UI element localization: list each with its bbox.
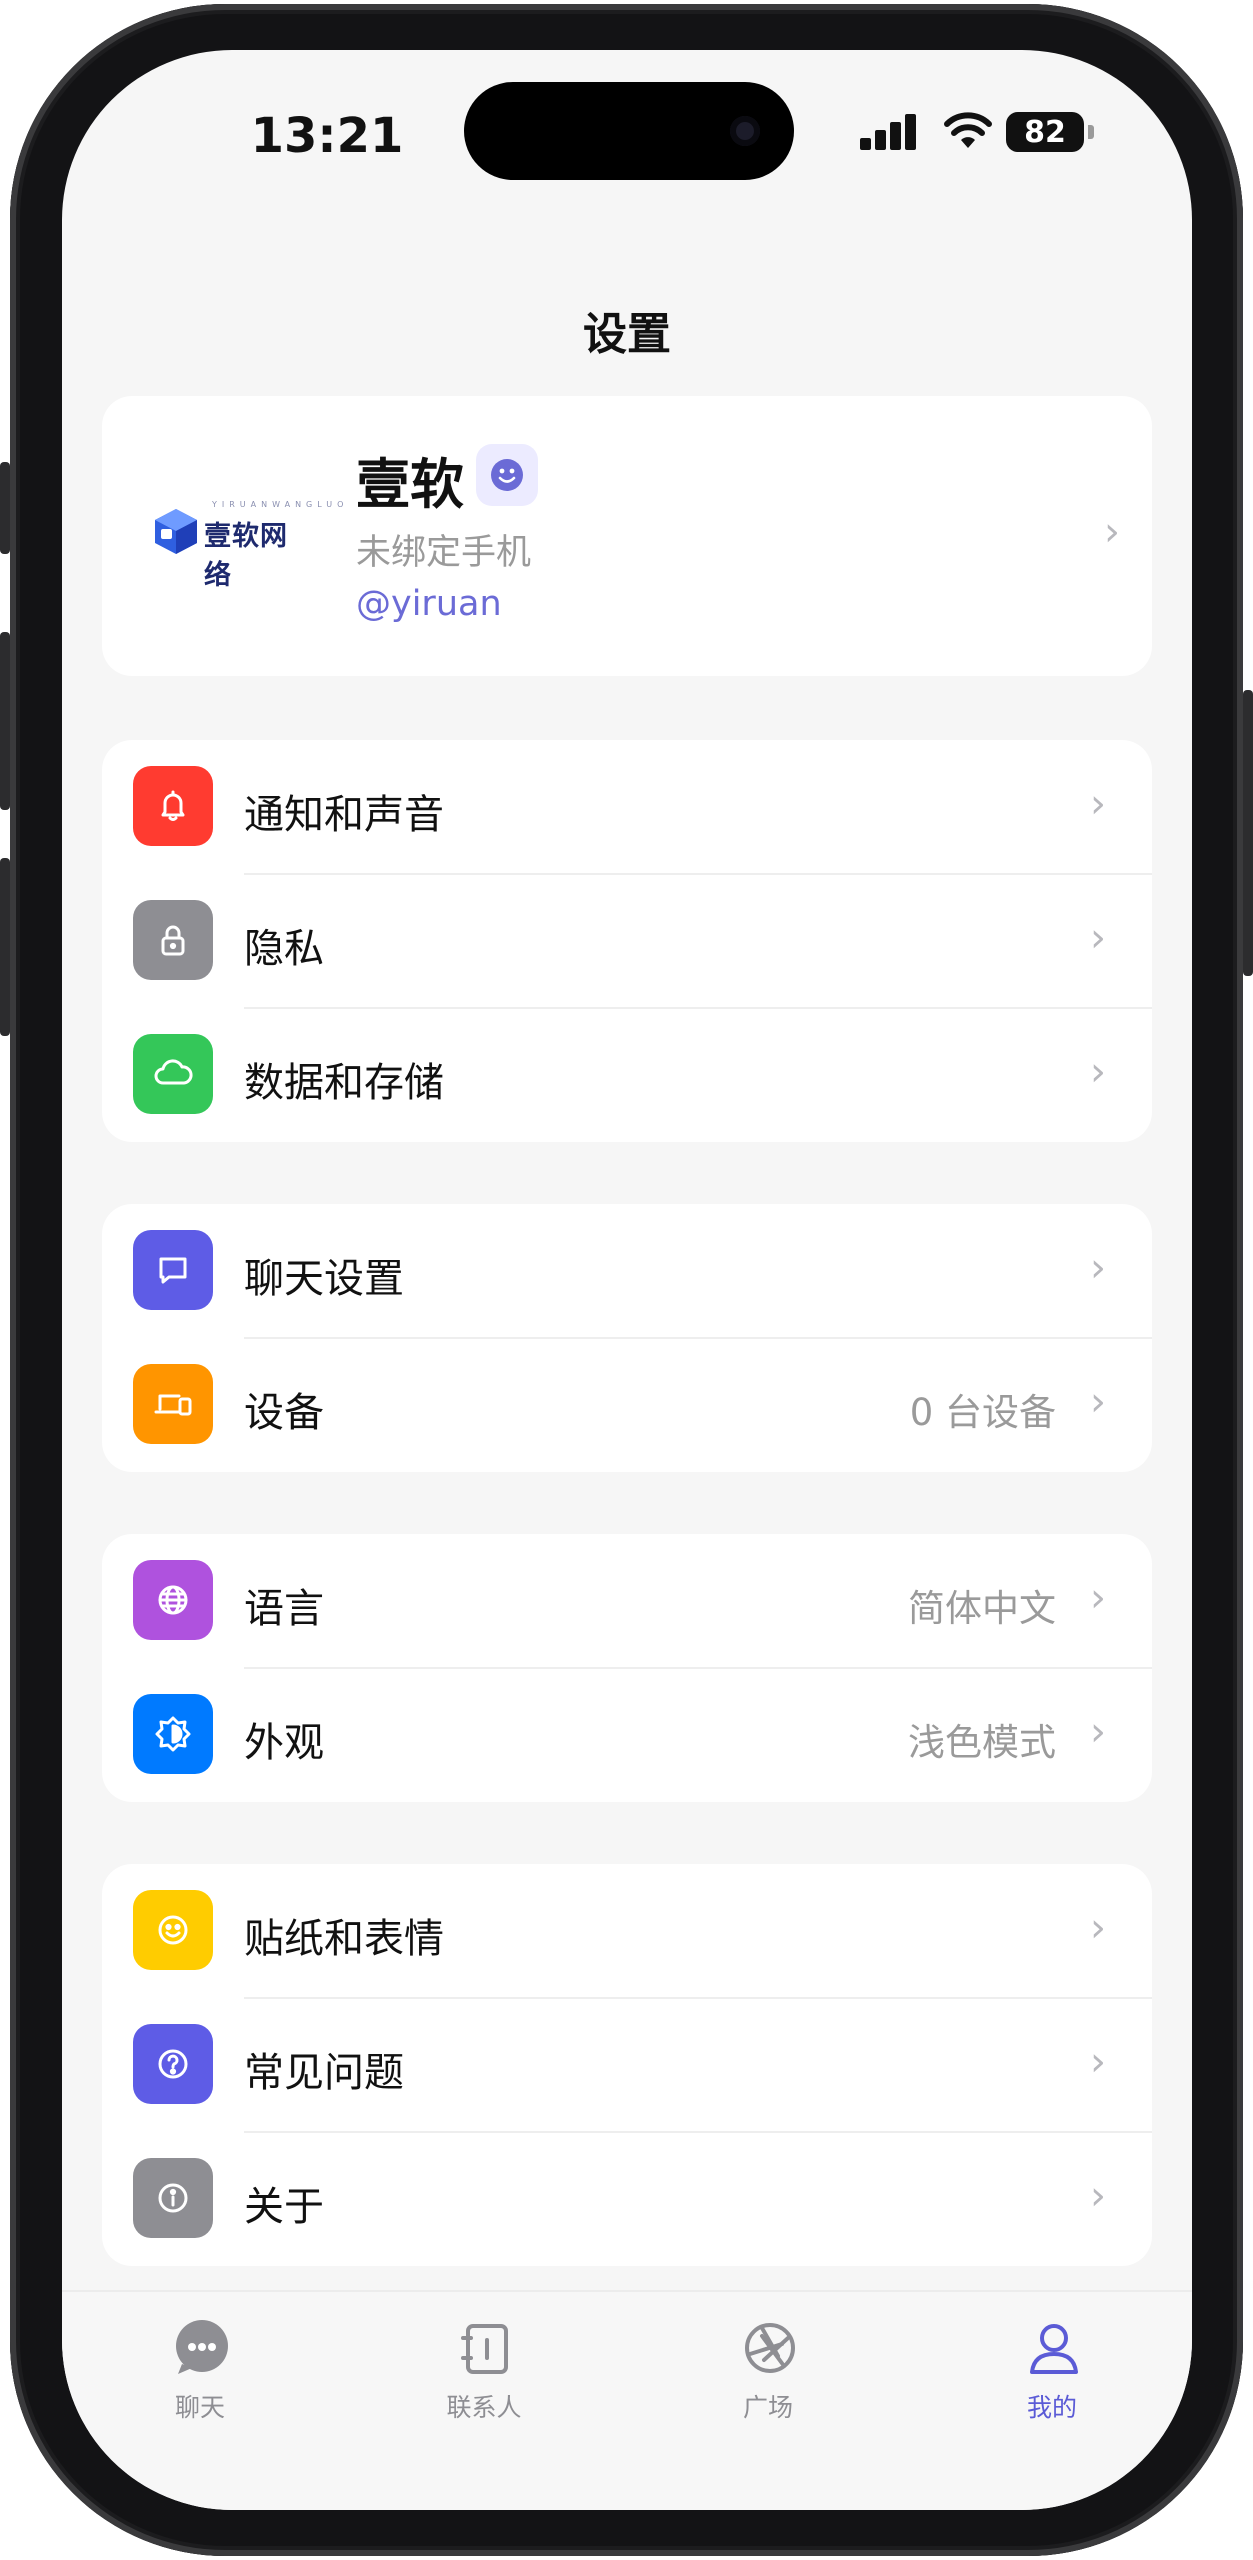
row-label: 关于 xyxy=(244,2184,324,2230)
settings-group-1: 通知和声音 › 隐私 › 数据和存储 › xyxy=(102,740,1152,1142)
tab-chat[interactable]: 聊天 xyxy=(120,2306,280,2426)
question-icon xyxy=(133,2024,213,2104)
screen: 13:21 82 设置 YIRUANWANGLUO 壹软网络 壹软 未绑定手机 … xyxy=(62,50,1192,2510)
tab-square[interactable]: 广场 xyxy=(688,2306,848,2426)
wifi-icon xyxy=(944,112,992,148)
row-label: 设备 xyxy=(244,1390,324,1436)
battery-icon: 82 xyxy=(1006,112,1084,152)
volume-down-button xyxy=(0,858,10,1036)
aperture-tab-icon xyxy=(745,2323,795,2373)
row-language[interactable]: 语言 简体中文 › xyxy=(102,1534,1152,1668)
battery-tip xyxy=(1088,125,1094,139)
smiley-badge-icon xyxy=(491,459,523,491)
power-button xyxy=(1243,690,1253,976)
row-privacy[interactable]: 隐私 › xyxy=(102,874,1152,1008)
appearance-icon xyxy=(133,1694,213,1774)
row-appearance[interactable]: 外观 浅色模式 › xyxy=(102,1668,1152,1802)
row-stickers-emoji[interactable]: 贴纸和表情 › xyxy=(102,1864,1152,1998)
row-label: 通知和声音 xyxy=(244,792,444,838)
logo-subtitle: YIRUANWANGLUO xyxy=(212,500,349,509)
lock-icon xyxy=(133,900,213,980)
row-label: 数据和存储 xyxy=(244,1060,444,1106)
tab-label: 广场 xyxy=(742,2393,793,2422)
row-value: 0 台设备 xyxy=(909,1391,1056,1434)
info-icon xyxy=(133,2158,213,2238)
row-label: 外观 xyxy=(244,1720,324,1766)
profile-handle: @yiruan xyxy=(356,584,502,624)
globe-icon xyxy=(133,1560,213,1640)
company-logo: YIRUANWANGLUO 壹软网络 xyxy=(152,500,343,591)
row-value: 浅色模式 xyxy=(908,1721,1056,1764)
tab-label: 联系人 xyxy=(446,2393,522,2422)
emoji-status-button[interactable] xyxy=(476,444,538,506)
settings-group-3: 语言 简体中文 › 外观 浅色模式 › xyxy=(102,1534,1152,1802)
row-value: 简体中文 xyxy=(908,1587,1056,1630)
row-about[interactable]: 关于 › xyxy=(102,2132,1152,2266)
bell-icon xyxy=(133,766,213,846)
chevron-right-icon: › xyxy=(1090,781,1106,827)
tab-contacts[interactable]: 联系人 xyxy=(404,2306,564,2426)
profile-card[interactable]: YIRUANWANGLUO 壹软网络 壹软 未绑定手机 @yiruan › xyxy=(102,396,1152,676)
person-tab-icon xyxy=(1030,2324,1078,2374)
chat-tab-icon xyxy=(176,2320,228,2374)
battery-level: 82 xyxy=(1024,114,1066,150)
tab-label: 我的 xyxy=(1026,2393,1077,2422)
profile-name: 壹软 xyxy=(356,453,464,516)
chevron-right-icon: › xyxy=(1090,2173,1106,2219)
row-chat-settings[interactable]: 聊天设置 › xyxy=(102,1204,1152,1338)
dynamic-island xyxy=(464,82,794,180)
tab-bar: 聊天 联系人 广场 我的 xyxy=(62,2290,1192,2510)
row-faq[interactable]: 常见问题 › xyxy=(102,1998,1152,2132)
tab-label: 聊天 xyxy=(174,2393,225,2422)
row-label: 聊天设置 xyxy=(244,1256,404,1302)
profile-phone-status: 未绑定手机 xyxy=(356,533,532,573)
chevron-right-icon: › xyxy=(1090,1379,1106,1425)
chat-bubble-icon xyxy=(133,1230,213,1310)
contacts-tab-icon xyxy=(461,2324,508,2374)
settings-group-4: 贴纸和表情 › 常见问题 › 关于 › xyxy=(102,1864,1152,2266)
logo-text: 壹软网络 xyxy=(204,521,288,591)
status-time: 13:21 xyxy=(250,108,404,164)
chevron-right-icon: › xyxy=(1090,1049,1106,1095)
chevron-right-icon: › xyxy=(1090,1245,1106,1291)
row-notifications-sound[interactable]: 通知和声音 › xyxy=(102,740,1152,874)
row-label: 常见问题 xyxy=(244,2050,404,2096)
chevron-right-icon: › xyxy=(1104,509,1120,555)
front-camera-icon xyxy=(730,116,760,146)
volume-up-button xyxy=(0,632,10,810)
page-title: 设置 xyxy=(583,309,671,360)
row-devices[interactable]: 设备 0 台设备 › xyxy=(102,1338,1152,1472)
smiley-icon xyxy=(133,1890,213,1970)
cube-logo-icon xyxy=(155,509,197,554)
chevron-right-icon: › xyxy=(1090,915,1106,961)
devices-icon xyxy=(133,1364,213,1444)
chevron-right-icon: › xyxy=(1090,2039,1106,2085)
status-indicators: 82 xyxy=(860,106,1140,166)
row-data-storage[interactable]: 数据和存储 › xyxy=(102,1008,1152,1142)
tab-me[interactable]: 我的 xyxy=(972,2306,1132,2426)
chevron-right-icon: › xyxy=(1090,1709,1106,1755)
row-label: 隐私 xyxy=(244,926,324,972)
chevron-right-icon: › xyxy=(1090,1905,1106,1951)
cloud-icon xyxy=(133,1034,213,1114)
row-label: 贴纸和表情 xyxy=(244,1916,444,1962)
action-button xyxy=(0,462,10,554)
settings-group-2: 聊天设置 › 设备 0 台设备 › xyxy=(102,1204,1152,1472)
chevron-right-icon: › xyxy=(1090,1575,1106,1621)
cellular-signal-icon xyxy=(860,114,920,150)
row-label: 语言 xyxy=(244,1586,324,1632)
